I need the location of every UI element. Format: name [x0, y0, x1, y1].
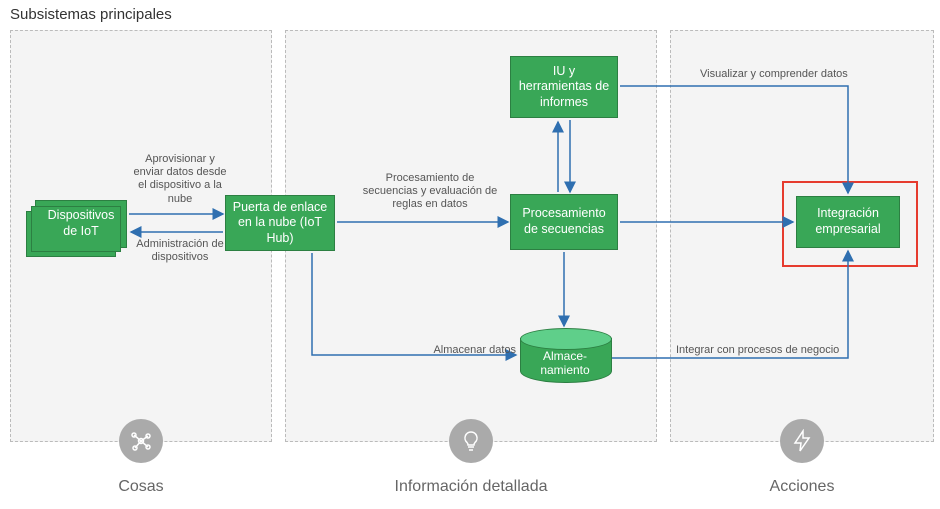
zone-actions-label: Acciones — [671, 478, 933, 496]
network-icon — [119, 419, 163, 463]
edge-visualize: Visualizar y comprender datos — [700, 68, 870, 81]
edge-manage: Administración de dispositivos — [130, 238, 230, 264]
zone-things-label: Cosas — [11, 478, 271, 496]
node-storage: Almace- namiento — [520, 328, 610, 388]
diagram-canvas: Subsistemas principales Cosas Informació… — [0, 0, 940, 509]
node-ui: IU y herramientas de informes — [510, 56, 618, 118]
node-storage-label: Almace- namiento — [520, 350, 610, 378]
edge-integrate: Integrar con procesos de negocio — [676, 344, 856, 357]
node-devices: Dispositivos de IoT — [35, 200, 127, 248]
edge-rules: Procesamiento de secuencias y evaluación… — [360, 172, 500, 212]
diagram-title: Subsistemas principales — [10, 6, 172, 23]
node-gateway: Puerta de enlace en la nube (IoT Hub) — [225, 195, 335, 251]
lightbulb-icon — [449, 419, 493, 463]
lightning-icon — [780, 419, 824, 463]
edge-provision: Aprovisionar y enviar datos desde el dis… — [130, 153, 230, 206]
edge-store: Almacenar datos — [420, 344, 516, 357]
node-biz: Integración empresarial — [796, 196, 900, 248]
node-stream: Procesamiento de secuencias — [510, 194, 618, 250]
zone-insight-label: Información detallada — [286, 478, 656, 496]
